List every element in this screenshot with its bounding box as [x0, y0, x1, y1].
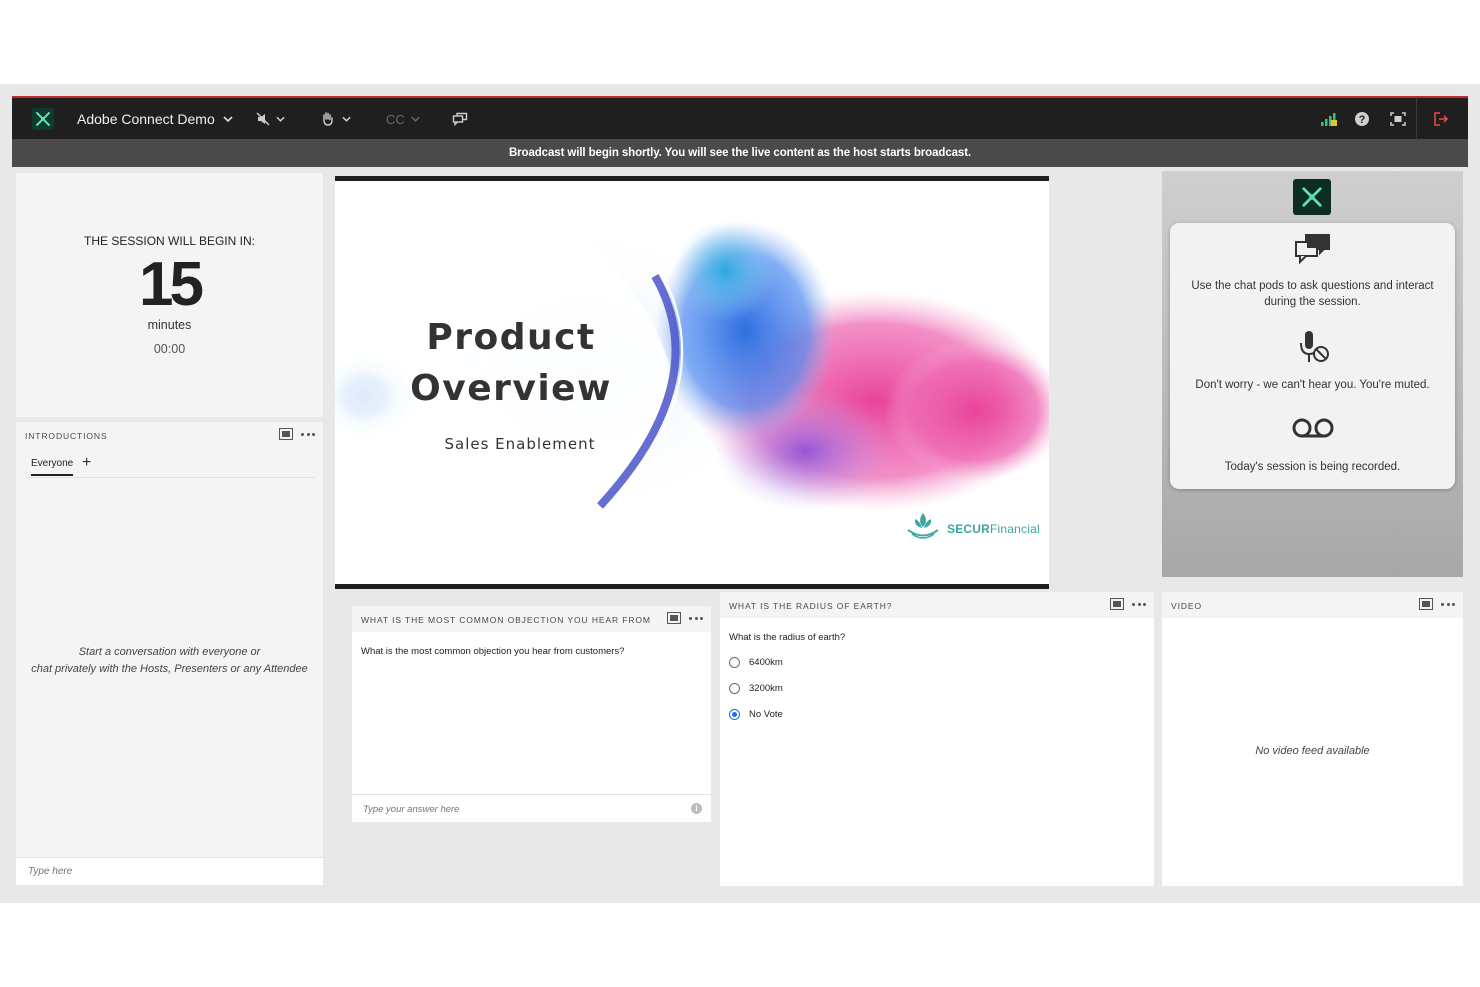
chevron-down-icon	[223, 116, 233, 122]
poll-answer-input[interactable]	[361, 803, 665, 816]
video-pod-header: VIDEO	[1162, 592, 1463, 618]
chat-empty-message: Start a conversation with everyone or ch…	[16, 644, 323, 678]
broadcast-banner: Broadcast will begin shortly. You will s…	[12, 139, 1468, 167]
securfinancial-leaf-icon	[907, 513, 939, 539]
poll-option-label: 6400km	[749, 657, 783, 668]
adobe-connect-logo-icon	[1293, 179, 1331, 215]
poll-option-no-vote[interactable]: No Vote	[729, 709, 783, 720]
adobe-connect-logo-icon[interactable]	[32, 108, 54, 130]
svg-text:?: ?	[1359, 114, 1366, 126]
broadcast-banner-text: Broadcast will begin shortly. You will s…	[508, 147, 972, 159]
poll-answer-bar: i	[352, 794, 711, 822]
maximize-icon[interactable]	[279, 428, 293, 440]
chat-pod-title: INTRODUCTIONS	[25, 431, 108, 441]
countdown-label: THE SESSION WILL BEGIN IN:	[84, 234, 255, 248]
exit-button[interactable]	[1430, 108, 1452, 130]
poll-option-3200km[interactable]: 3200km	[729, 683, 783, 694]
poll-option-label: 3200km	[749, 683, 783, 694]
info-mute-text: Don't worry - we can't hear you. You're …	[1195, 379, 1430, 391]
chat-empty-line-2: chat privately with the Hosts, Presenter…	[31, 663, 308, 675]
poll-radius-header: WHAT IS THE RADIUS OF EARTH?	[720, 592, 1154, 618]
chat-bubbles-icon	[1294, 234, 1330, 265]
raise-hand-button[interactable]	[320, 108, 351, 130]
toolbar-divider	[1416, 98, 1417, 139]
chat-tab-everyone[interactable]: Everyone	[31, 458, 74, 476]
recording-icon	[1292, 418, 1333, 438]
chat-pod-header: INTRODUCTIONS	[16, 422, 323, 448]
share-pod-slide: Product Overview Sales Enablement SECURF…	[335, 176, 1049, 589]
chat-empty-line-1: Start a conversation with everyone or	[78, 646, 261, 658]
more-options-icon[interactable]	[301, 432, 315, 436]
chevron-down-icon	[276, 116, 285, 122]
slide-brand-light: Financial	[990, 522, 1040, 536]
slide-subtitle: Sales Enablement	[444, 435, 596, 453]
info-card: Use the chat pods to ask questions and i…	[1170, 223, 1455, 489]
chat-input-bar	[16, 857, 323, 885]
raise-hand-icon	[323, 112, 333, 126]
fullscreen-button[interactable]	[1387, 108, 1409, 130]
slide-brand-name: SECURFinancial	[947, 522, 1040, 536]
poll-option-label: No Vote	[749, 709, 783, 720]
slide-title-line-1: Product	[426, 317, 596, 358]
help-button[interactable]: ?	[1351, 108, 1373, 130]
chat-bubbles-icon	[452, 112, 468, 126]
poll-objection-title: WHAT IS THE MOST COMMON OBJECTION YOU HE…	[361, 615, 651, 625]
pod-layout-button[interactable]	[452, 108, 468, 130]
more-options-icon[interactable]	[689, 616, 703, 620]
poll-objection-pod: WHAT IS THE MOST COMMON OBJECTION YOU HE…	[352, 606, 711, 822]
countdown-number: 15	[139, 250, 204, 319]
meeting-title: Adobe Connect Demo	[77, 111, 215, 127]
top-toolbar: Adobe Connect Demo CC ?	[12, 96, 1468, 139]
fullscreen-icon	[1390, 112, 1406, 126]
chevron-down-icon	[342, 116, 351, 122]
connection-status-button[interactable]	[1318, 108, 1340, 130]
speaker-mute-button[interactable]	[256, 108, 285, 130]
more-options-icon[interactable]	[1441, 602, 1455, 606]
slide-brand-bold: SECUR	[947, 522, 991, 536]
chat-input[interactable]	[26, 865, 310, 878]
video-pod: VIDEO No video feed available	[1162, 592, 1463, 886]
poll-objection-tools	[667, 612, 703, 624]
countdown-pod: THE SESSION WILL BEGIN IN: 15 minutes 00…	[16, 173, 323, 417]
closed-captions-button[interactable]: CC	[386, 108, 420, 130]
meeting-title-menu[interactable]: Adobe Connect Demo	[77, 111, 233, 127]
maximize-icon[interactable]	[1419, 598, 1433, 610]
maximize-icon[interactable]	[1110, 598, 1124, 610]
video-pod-tools	[1419, 598, 1455, 610]
info-chat-text: Use the chat pods to ask questions and i…	[1191, 280, 1434, 308]
info-panel: Use the chat pods to ask questions and i…	[1162, 171, 1463, 577]
info-record-text: Today's session is being recorded.	[1224, 461, 1401, 473]
poll-objection-question: What is the most common objection you he…	[361, 646, 625, 657]
help-icon: ?	[1355, 112, 1369, 126]
countdown-unit: minutes	[147, 318, 192, 332]
cc-label: CC	[386, 111, 405, 127]
maximize-icon[interactable]	[667, 612, 681, 624]
poll-option-6400km[interactable]: 6400km	[729, 657, 783, 668]
radio-button[interactable]	[729, 683, 740, 694]
poll-radius-title: WHAT IS THE RADIUS OF EARTH?	[729, 601, 893, 611]
chat-pod-tools	[279, 428, 315, 440]
chevron-down-icon	[411, 116, 420, 122]
add-chat-tab-icon[interactable]: +	[82, 454, 91, 472]
poll-radius-tools	[1110, 598, 1146, 610]
speaker-muted-icon	[256, 112, 270, 126]
poll-radius-question: What is the radius of earth?	[729, 632, 846, 643]
info-icon[interactable]: i	[691, 803, 702, 814]
more-options-icon[interactable]	[1132, 602, 1146, 606]
video-pod-title: VIDEO	[1171, 601, 1202, 611]
poll-radius-pod: WHAT IS THE RADIUS OF EARTH? What is the…	[720, 592, 1154, 886]
slide-title-line-2: Overview	[410, 368, 612, 409]
radio-button[interactable]	[729, 657, 740, 668]
signal-bars-icon	[1321, 113, 1337, 126]
radio-button-selected[interactable]	[729, 709, 740, 720]
countdown-time: 00:00	[153, 342, 186, 356]
chat-pod: INTRODUCTIONS Everyone + Start a convers…	[16, 422, 323, 885]
exit-icon	[1434, 112, 1449, 126]
video-empty-message: No video feed available	[1255, 745, 1370, 757]
chat-divider	[26, 477, 315, 478]
muted-microphone-icon	[1299, 331, 1329, 362]
poll-objection-header: WHAT IS THE MOST COMMON OBJECTION YOU HE…	[352, 606, 711, 632]
